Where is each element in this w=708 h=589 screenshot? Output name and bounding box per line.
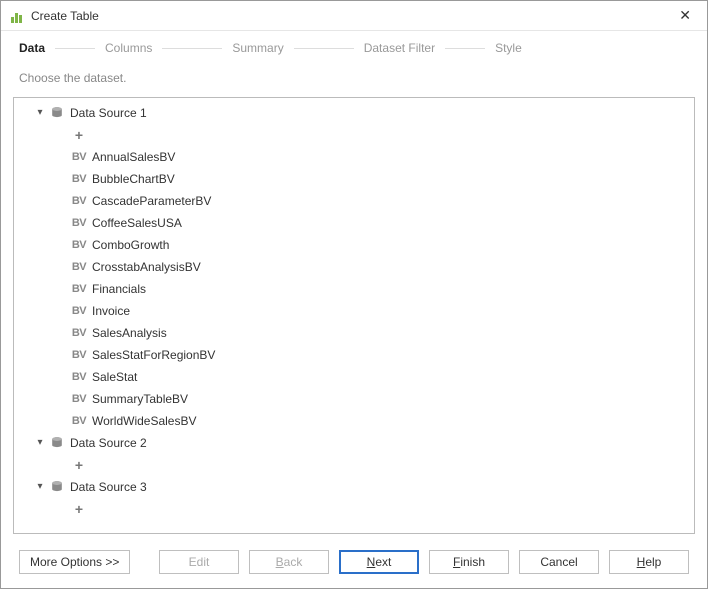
business-view-label: SummaryTableBV <box>92 392 188 406</box>
business-view-label: SalesStatForRegionBV <box>92 348 215 362</box>
business-view-item[interactable]: BV SalesAnalysis <box>14 322 694 344</box>
step-data[interactable]: Data <box>15 41 49 55</box>
business-view-item[interactable]: BV CascadeParameterBV <box>14 190 694 212</box>
bv-icon: BV <box>70 171 88 187</box>
title-bar: Create Table ✕ <box>1 1 707 31</box>
back-button[interactable]: Back <box>249 550 329 574</box>
plus-icon: + <box>70 501 88 517</box>
bv-icon: BV <box>70 303 88 319</box>
business-view-label: CrosstabAnalysisBV <box>92 260 201 274</box>
finish-button[interactable]: Finish <box>429 550 509 574</box>
chevron-down-icon[interactable] <box>34 436 46 448</box>
new-business-view-item[interactable]: + <box>14 454 694 476</box>
finish-label-rest: inish <box>460 555 485 569</box>
datasource-node[interactable]: Data Source 1 <box>14 102 694 124</box>
datasource-label: Data Source 1 <box>70 106 147 120</box>
cancel-button[interactable]: Cancel <box>519 550 599 574</box>
next-label-rest: ext <box>375 555 391 569</box>
business-view-item[interactable]: BV BubbleChartBV <box>14 168 694 190</box>
business-view-item[interactable]: BV AnnualSalesBV <box>14 146 694 168</box>
business-view-item[interactable]: BV SalesStatForRegionBV <box>14 344 694 366</box>
business-view-item[interactable]: BV WorldWideSalesBV <box>14 410 694 432</box>
business-view-label: AnnualSalesBV <box>92 150 175 164</box>
bv-icon: BV <box>70 391 88 407</box>
window-title: Create Table <box>31 9 99 23</box>
datasource-node[interactable]: Data Source 3 <box>14 476 694 498</box>
bv-icon: BV <box>70 259 88 275</box>
step-columns[interactable]: Columns <box>101 41 156 55</box>
new-business-view-item[interactable]: + <box>14 498 694 520</box>
step-style[interactable]: Style <box>491 41 526 55</box>
datasource-node[interactable]: Data Source 2 <box>14 432 694 454</box>
bv-icon: BV <box>70 325 88 341</box>
help-label-rest: elp <box>645 555 661 569</box>
help-button[interactable]: Help <box>609 550 689 574</box>
step-summary[interactable]: Summary <box>228 41 287 55</box>
bv-icon: BV <box>70 413 88 429</box>
dataset-tree[interactable]: Data Source 1 + BV AnnualSalesBV BV BubbleCha… <box>14 98 694 533</box>
business-view-item[interactable]: BV Invoice <box>14 300 694 322</box>
business-view-label: SalesAnalysis <box>92 326 167 340</box>
wizard-steps: Data Columns Summary Dataset Filter Styl… <box>1 31 707 65</box>
new-business-view-item[interactable]: + <box>14 124 694 146</box>
bv-icon: BV <box>70 347 88 363</box>
business-view-item[interactable]: BV ComboGrowth <box>14 234 694 256</box>
business-view-item[interactable]: BV SaleStat <box>14 366 694 388</box>
edit-button[interactable]: Edit <box>159 550 239 574</box>
bv-icon: BV <box>70 369 88 385</box>
chevron-down-icon[interactable] <box>34 106 46 118</box>
bv-icon: BV <box>70 215 88 231</box>
more-options-button[interactable]: More Options >> <box>19 550 130 574</box>
bv-icon: BV <box>70 237 88 253</box>
business-view-item[interactable]: BV CoffeeSalesUSA <box>14 212 694 234</box>
database-icon <box>48 435 66 451</box>
bv-icon: BV <box>70 281 88 297</box>
business-view-label: BubbleChartBV <box>92 172 175 186</box>
database-icon <box>48 479 66 495</box>
business-view-label: ComboGrowth <box>92 238 169 252</box>
datasource-label: Data Source 3 <box>70 480 147 494</box>
datasource-label: Data Source 2 <box>70 436 147 450</box>
close-icon[interactable]: ✕ <box>671 3 699 28</box>
business-view-label: WorldWideSalesBV <box>92 414 196 428</box>
back-label-rest: ack <box>284 555 303 569</box>
step-dataset-filter[interactable]: Dataset Filter <box>360 41 439 55</box>
app-icon <box>11 9 25 23</box>
business-view-label: CascadeParameterBV <box>92 194 211 208</box>
business-view-label: Invoice <box>92 304 130 318</box>
button-bar: More Options >> Edit Back Next Finish Ca… <box>1 534 707 588</box>
business-view-label: CoffeeSalesUSA <box>92 216 182 230</box>
plus-icon: + <box>70 127 88 143</box>
business-view-label: Financials <box>92 282 146 296</box>
next-button[interactable]: Next <box>339 550 419 574</box>
business-view-label: SaleStat <box>92 370 137 384</box>
plus-icon: + <box>70 457 88 473</box>
business-view-item[interactable]: BV SummaryTableBV <box>14 388 694 410</box>
instruction-text: Choose the dataset. <box>1 65 707 97</box>
dataset-tree-container: Data Source 1 + BV AnnualSalesBV BV BubbleCha… <box>13 97 695 534</box>
business-view-item[interactable]: BV CrosstabAnalysisBV <box>14 256 694 278</box>
bv-icon: BV <box>70 149 88 165</box>
chevron-down-icon[interactable] <box>34 480 46 492</box>
business-view-item[interactable]: BV Financials <box>14 278 694 300</box>
bv-icon: BV <box>70 193 88 209</box>
database-icon <box>48 105 66 121</box>
